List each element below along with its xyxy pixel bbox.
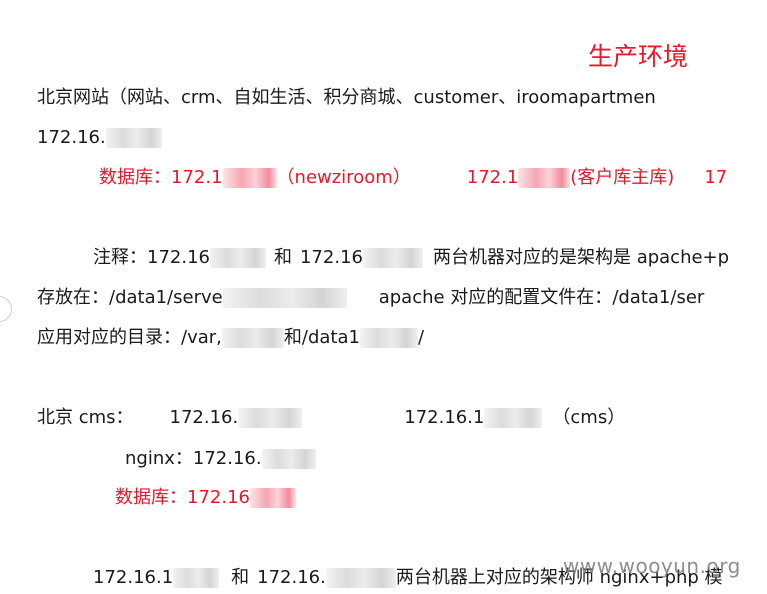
redacted-block [222,168,277,188]
watermark: www.wooyun.org [563,554,741,578]
redacted-block [249,488,296,508]
section3-ip1: 172.16.1 [93,567,174,588]
cms-line: 北京 cms： 172.16. 172.16.1 （cms） [37,407,625,429]
note-text: 两台机器对应的是架构是 apache+p [432,247,730,268]
redacted-block [484,408,543,428]
db-ip1-note: （newziroom） [276,167,411,188]
db-ip3: 17 [704,167,728,188]
note-line: 注释：172.16 和 172.16 两台机器对应的是架构是 apache+p [93,247,729,269]
note-label: 注释： [93,247,147,268]
nginx-label: nginx： [125,448,193,469]
app-dir-and: 和 [283,327,302,348]
section3-ip2: 172.16. [257,567,326,588]
note-ip2: 172.16 [299,247,363,268]
redacted-block [238,408,303,428]
scroll-handle-icon[interactable] [0,296,12,322]
section3-and: 和 [231,567,250,588]
cms-ip2: 172.16.1 [404,407,485,428]
cms-ip1: 172.16. [169,407,239,428]
nginx-line: nginx：172.16. [125,448,316,470]
storage-line: 存放在：/data1/serve apache 对应的配置文件在：/data1/s… [37,287,704,309]
apache-text: apache 对应的配置文件在： [378,287,613,308]
config-path: /data1/ser [612,287,705,308]
redacted-block [221,328,284,348]
storage-path: /data1/serve [109,287,223,308]
cms-db-ip: 172.16 [187,487,250,508]
cms-db-line: 数据库：172.16 [115,487,296,509]
redacted-block [209,248,266,268]
db-label: 数据库： [99,167,171,188]
redacted-block [173,568,220,588]
nginx-ip: 172.16. [192,448,262,469]
cms-label: 北京 cms： [37,407,134,428]
note-and: 和 [273,247,292,268]
redacted-block [325,568,396,588]
storage-label: 存放在： [37,287,109,308]
app-dir2-suffix: / [417,327,425,348]
cms-db-label: 数据库： [115,487,187,508]
app-dir-path: /var, [181,327,222,348]
redacted-block [261,449,316,469]
db-ip2: 172.1 [466,167,519,188]
section1-heading: 北京网站（网站、crm、自如生活、积分商城、customer、iroomapar… [37,87,656,108]
section1-ip: 172.16. [37,127,106,148]
section1-db-line: 数据库：172.1 （newziroom） 172.1 (客户库主库) 17 [99,167,727,189]
redacted-block [362,248,423,268]
section1-ip-line: 172.16. [37,127,162,149]
page-title: 生产环境 [588,42,689,71]
redacted-block [105,128,162,148]
cms-ip2-note: （cms） [552,407,626,428]
app-dir-label: 应用对应的目录： [37,327,181,348]
note-ip1: 172.16 [147,247,210,268]
db-ip2-note: (客户库主库) [570,167,675,188]
app-dir-line: 应用对应的目录：/var, 和/data1 / [37,327,424,349]
redacted-block [359,328,418,348]
redacted-block [518,168,571,188]
app-dir2-path: /data1 [301,327,360,348]
redacted-block [222,288,347,308]
db-ip1: 172.1 [171,167,223,188]
